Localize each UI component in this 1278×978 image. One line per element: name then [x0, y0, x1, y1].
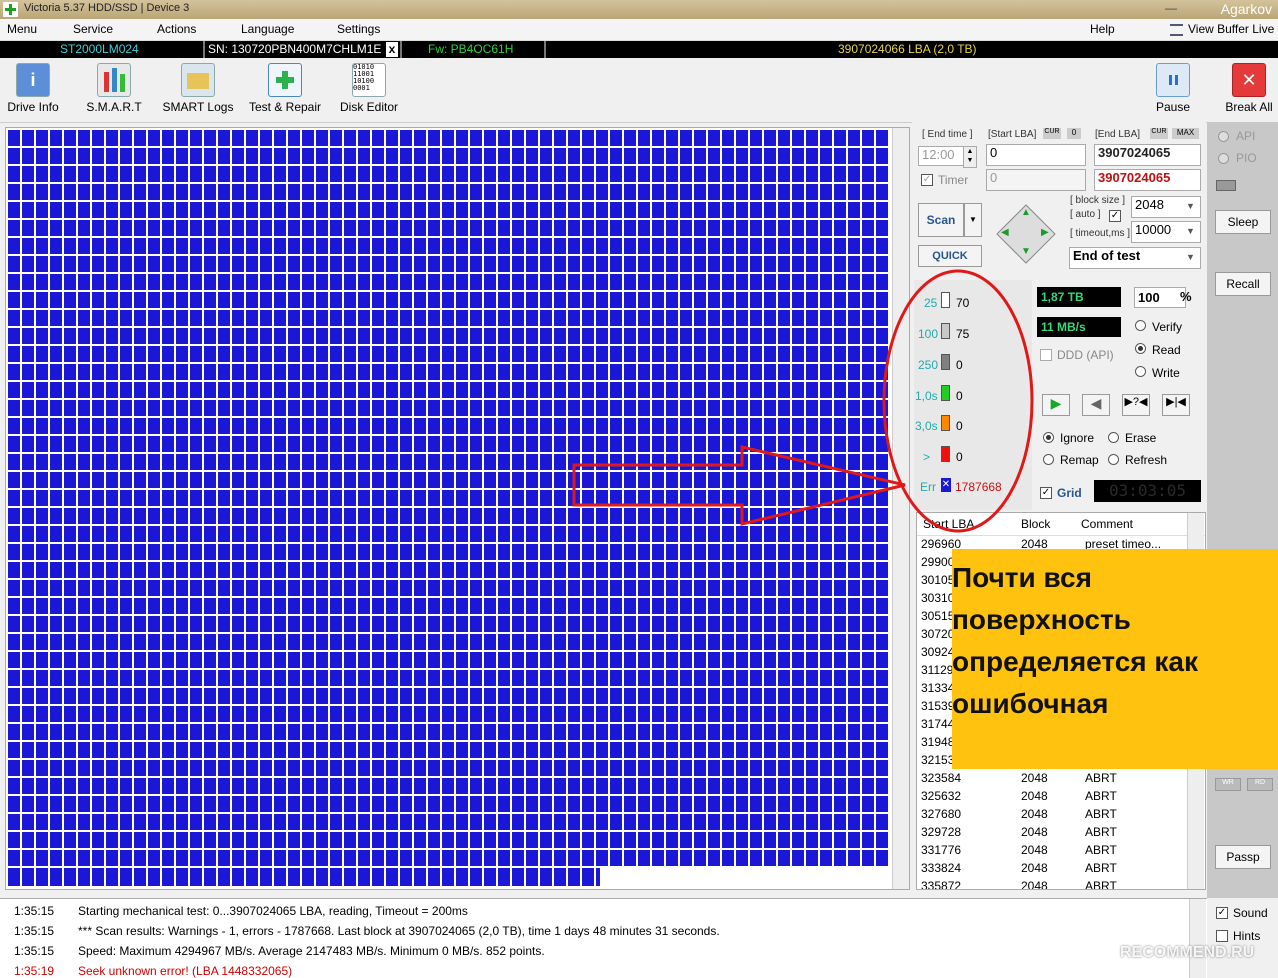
watermark: RECOMMEND.RU: [1120, 944, 1255, 961]
annotation-text: Почти вся поверхность определяется как о…: [952, 562, 1198, 719]
annotation-callout: Почти вся поверхность определяется как о…: [952, 549, 1278, 769]
annotation-overlay: [572, 269, 1034, 533]
red-circle-highlight: [882, 269, 1034, 533]
red-arrow-highlight: [572, 445, 906, 526]
